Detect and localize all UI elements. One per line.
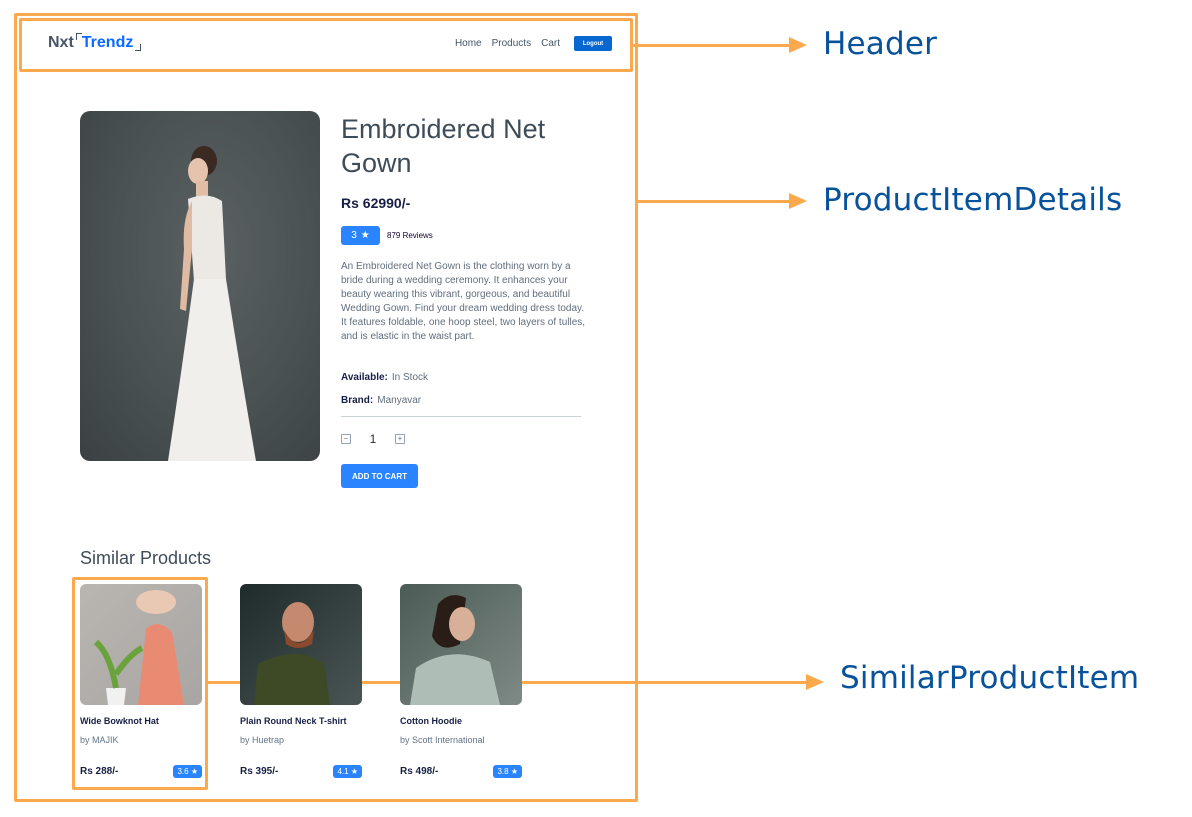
header-arrow-head bbox=[789, 37, 807, 53]
product-price: Rs 62990/- bbox=[341, 195, 411, 211]
similar-product-footer: Rs 395/- 4.1 ★ bbox=[240, 765, 362, 778]
similar-product-brand: by MAJIK bbox=[80, 735, 119, 745]
hoodie-model-icon bbox=[410, 595, 500, 705]
similar-product-brand: by Scott International bbox=[400, 735, 485, 745]
similar-product-item[interactable]: Cotton Hoodie by Scott International Rs … bbox=[400, 584, 522, 778]
tshirt-model-icon bbox=[254, 602, 330, 705]
rating-badge: 3 ★ bbox=[341, 226, 380, 245]
logo[interactable]: Nxt Trendz bbox=[48, 34, 137, 52]
quantity-stepper: − 1 + bbox=[341, 432, 405, 446]
rating-value: 3 bbox=[351, 230, 357, 241]
similar-product-footer: Rs 498/- 3.8 ★ bbox=[400, 765, 522, 778]
header-arrow-line bbox=[633, 44, 791, 47]
details-arrow-line bbox=[638, 200, 791, 203]
rating-row: 3 ★ 879 Reviews bbox=[341, 226, 433, 245]
details-arrow-head bbox=[789, 193, 807, 209]
similar-arrow-head bbox=[806, 674, 824, 690]
similar-product-name: Wide Bowknot Hat bbox=[80, 716, 159, 726]
similar-product-item[interactable]: Plain Round Neck T-shirt by Huetrap Rs 3… bbox=[240, 584, 362, 778]
logo-brand: Trendz bbox=[78, 34, 138, 51]
logo-prefix: Nxt bbox=[48, 34, 74, 51]
availability-label: Available: bbox=[341, 372, 388, 383]
similar-product-name: Cotton Hoodie bbox=[400, 716, 462, 726]
similar-product-image bbox=[80, 584, 202, 705]
reviews-count: 879 Reviews bbox=[387, 231, 433, 240]
similar-product-price: Rs 395/- bbox=[240, 766, 279, 777]
similar-callout: SimilarProductItem bbox=[840, 660, 1140, 696]
similar-product-price: Rs 288/- bbox=[80, 766, 119, 777]
nav-menu: Home Products Cart Logout bbox=[455, 36, 612, 51]
logout-button[interactable]: Logout bbox=[574, 36, 612, 51]
plus-square-icon[interactable]: + bbox=[395, 434, 405, 444]
similar-product-rating: 3.8 ★ bbox=[493, 765, 522, 778]
product-image bbox=[80, 111, 320, 461]
similar-product-image bbox=[400, 584, 522, 705]
similar-product-item[interactable]: Wide Bowknot Hat by MAJIK Rs 288/- 3.6 ★ bbox=[80, 584, 202, 778]
divider bbox=[341, 416, 581, 417]
similar-products-title: Similar Products bbox=[80, 548, 212, 568]
quantity-value: 1 bbox=[369, 432, 377, 446]
hat-model-icon bbox=[93, 590, 184, 705]
similar-product-rating: 4.1 ★ bbox=[333, 765, 362, 778]
similar-product-image bbox=[240, 584, 362, 705]
availability-value: In Stock bbox=[391, 372, 429, 383]
header: Nxt Trendz Home Products Cart Logout bbox=[22, 20, 630, 70]
product-description: An Embroidered Net Gown is the clothing … bbox=[341, 261, 586, 342]
header-callout: Header bbox=[823, 26, 938, 62]
star-icon: ★ bbox=[360, 230, 370, 241]
minus-square-icon[interactable]: − bbox=[341, 434, 351, 444]
product-title: Embroidered Net Gown bbox=[341, 114, 546, 178]
availability-row: Available: In Stock bbox=[341, 372, 428, 383]
brand-label: Brand: bbox=[341, 395, 374, 406]
similar-product-rating: 3.6 ★ bbox=[173, 765, 202, 778]
bride-figure-icon bbox=[168, 146, 256, 461]
nav-home[interactable]: Home bbox=[455, 38, 482, 49]
similar-product-name: Plain Round Neck T-shirt bbox=[240, 716, 347, 726]
details-callout: ProductItemDetails bbox=[823, 182, 1123, 218]
brand-row: Brand: Manyavar bbox=[341, 395, 421, 406]
similar-product-price: Rs 498/- bbox=[400, 766, 439, 777]
brand-value: Manyavar bbox=[377, 395, 422, 406]
similar-product-brand: by Huetrap bbox=[240, 735, 285, 745]
similar-product-footer: Rs 288/- 3.6 ★ bbox=[80, 765, 202, 778]
nav-products[interactable]: Products bbox=[492, 38, 531, 49]
nav-cart[interactable]: Cart bbox=[541, 38, 560, 49]
add-to-cart-button[interactable]: ADD TO CART bbox=[341, 464, 418, 488]
